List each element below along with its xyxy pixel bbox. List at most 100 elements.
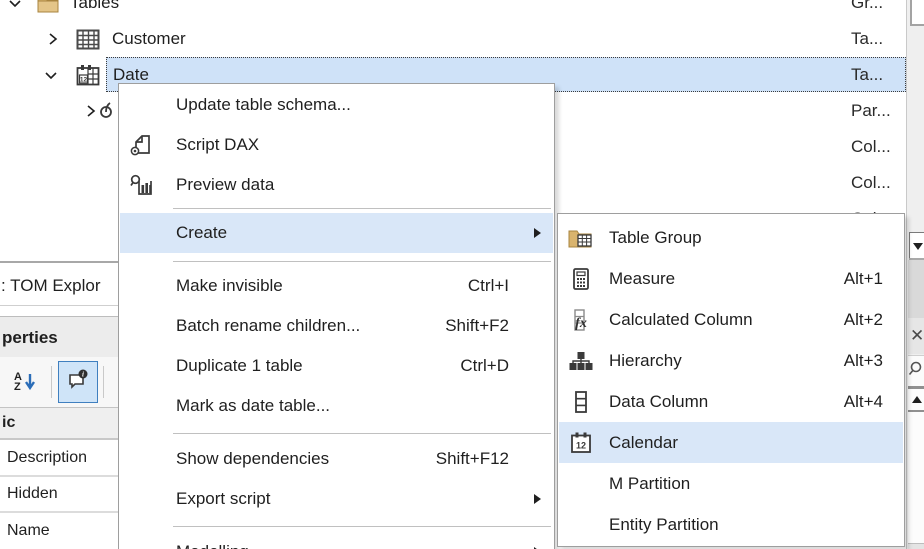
tree-label: Tables — [70, 0, 120, 12]
script-dax-icon — [129, 133, 155, 157]
scrollbar-track[interactable] — [908, 412, 924, 543]
menu-item-label: Modelling — [176, 542, 249, 549]
menu-item-label: Update table schema... — [176, 95, 351, 114]
menu-item-label: Hierarchy — [609, 350, 682, 370]
panel-divider — [0, 261, 124, 263]
svg-text:12: 12 — [576, 440, 586, 450]
menu-item-label: Calendar — [609, 432, 678, 452]
tree-type: Par... — [851, 101, 891, 120]
tree-row-customer[interactable]: Customer Ta... — [0, 21, 906, 57]
menu-item-shortcut: Alt+3 — [843, 350, 883, 370]
menu-item-shortcut: Alt+4 — [843, 391, 883, 411]
menu-item-update-table-schema[interactable]: Update table schema... — [120, 85, 553, 125]
table-icon — [76, 28, 100, 50]
menu-item-label: Mark as date table... — [176, 396, 331, 415]
menu-item-shortcut: Ctrl+I — [467, 276, 509, 295]
menu-item-preview-data[interactable]: Preview data — [120, 165, 553, 205]
tree-row-tables[interactable]: Tables Gr... — [0, 0, 906, 21]
menu-item-mark-as-date-table[interactable]: Mark as date table... — [120, 386, 553, 426]
menu-item-label: Data Column — [609, 391, 709, 411]
close-icon: ✕ — [910, 326, 924, 345]
submenu-item-measure[interactable]: Measure Alt+1 — [559, 258, 903, 299]
calculated-column-icon: fx — [567, 308, 595, 332]
dropdown-arrow-icon — [913, 242, 923, 250]
context-menu: Update table schema... Script DAX Previe… — [118, 83, 555, 549]
tree-label: Date — [113, 64, 149, 84]
show-descriptions-button[interactable]: i — [58, 361, 98, 403]
svg-text:12: 12 — [80, 77, 88, 84]
submenu-arrow-icon — [534, 228, 541, 238]
dropdown-button[interactable] — [909, 232, 924, 260]
scroll-up-icon — [911, 396, 922, 403]
menu-item-label: M Partition — [609, 473, 691, 493]
property-label: Name — [7, 522, 50, 539]
menu-item-export-script[interactable]: Export script — [120, 479, 553, 519]
menu-item-label: Create — [176, 223, 228, 242]
properties-category-header[interactable]: ic — [0, 408, 124, 440]
tree-type: Ta... — [851, 29, 884, 48]
menu-item-modelling[interactable]: Modelling — [120, 532, 553, 549]
tree-label: Customer — [112, 29, 186, 48]
partition-icon — [98, 100, 116, 122]
chevron-right-icon[interactable] — [44, 30, 62, 48]
menu-item-label: Preview data — [176, 175, 275, 194]
create-submenu: Table Group Measure Alt+1 fx Calculated … — [557, 213, 905, 547]
menu-item-shortcut: Shift+F2 — [445, 316, 509, 335]
submenu-item-data-column[interactable]: Data Column Alt+4 — [559, 381, 903, 422]
property-label: Description — [7, 448, 88, 466]
calendar-table-icon: 12 — [76, 64, 100, 86]
right-edge-strip: ✕ — [906, 0, 924, 549]
submenu-item-calendar[interactable]: 12 Calendar — [559, 422, 903, 463]
search-icon — [908, 361, 924, 382]
menu-item-shortcut: Ctrl+D — [460, 356, 509, 375]
toolbar-separator — [103, 366, 104, 398]
menu-item-label: Show dependencies — [176, 449, 330, 468]
property-row-hidden[interactable]: Hidden — [0, 477, 122, 513]
menu-item-batch-rename-children[interactable]: Batch rename children... Shift+F2 — [120, 306, 553, 346]
menu-item-label: Entity Partition — [609, 514, 719, 534]
gray-block — [908, 260, 924, 318]
folder-icon — [36, 0, 60, 14]
menu-item-script-dax[interactable]: Script DAX — [120, 125, 553, 165]
submenu-item-table-group[interactable]: Table Group — [559, 217, 903, 258]
tree-type: Col... — [851, 137, 891, 156]
menu-item-label: Batch rename children... — [176, 316, 361, 335]
table-group-icon — [567, 226, 595, 250]
properties-header: perties — [0, 317, 124, 357]
menu-separator — [173, 208, 551, 209]
menu-item-label: Table Group — [609, 227, 702, 247]
tree-type: Gr... — [851, 0, 884, 12]
strip-bottom — [908, 543, 924, 549]
property-row-description[interactable]: Description — [0, 440, 122, 477]
tree-type: Col... — [851, 173, 891, 192]
property-label: Hidden — [7, 485, 58, 502]
search-box-edge[interactable] — [908, 355, 924, 386]
toolbar-separator — [51, 366, 52, 398]
svg-text:i: i — [82, 370, 84, 378]
menu-separator — [173, 261, 551, 262]
properties-toolbar: AZ i — [0, 357, 124, 407]
category-label: ic — [2, 414, 16, 431]
menu-item-show-dependencies[interactable]: Show dependencies Shift+F12 — [120, 439, 553, 479]
scroll-up-button[interactable] — [908, 386, 924, 412]
menu-item-make-invisible[interactable]: Make invisible Ctrl+I — [120, 266, 553, 306]
submenu-item-hierarchy[interactable]: Hierarchy Alt+3 — [559, 340, 903, 381]
chevron-down-icon[interactable] — [6, 0, 24, 12]
sort-alphabetical-button[interactable]: AZ — [4, 362, 46, 402]
menu-separator — [173, 433, 551, 434]
submenu-item-entity-partition[interactable]: Entity Partition — [559, 504, 903, 545]
properties-header-label: perties — [2, 328, 58, 347]
menu-item-duplicate-table[interactable]: Duplicate 1 table Ctrl+D — [120, 346, 553, 386]
chevron-down-icon[interactable] — [42, 66, 60, 84]
submenu-item-calculated-column[interactable]: fx Calculated Column Alt+2 — [559, 299, 903, 340]
menu-item-shortcut: Alt+2 — [843, 309, 883, 329]
menu-item-create[interactable]: Create — [120, 213, 553, 253]
menu-separator — [173, 526, 551, 527]
property-row-name[interactable]: Name — [0, 513, 122, 549]
submenu-item-m-partition[interactable]: M Partition — [559, 463, 903, 504]
measure-icon — [567, 267, 595, 291]
data-column-icon — [567, 390, 595, 414]
close-button[interactable]: ✕ — [908, 318, 924, 354]
menu-item-label: Measure — [609, 268, 676, 288]
menu-item-shortcut: Shift+F12 — [435, 449, 509, 468]
